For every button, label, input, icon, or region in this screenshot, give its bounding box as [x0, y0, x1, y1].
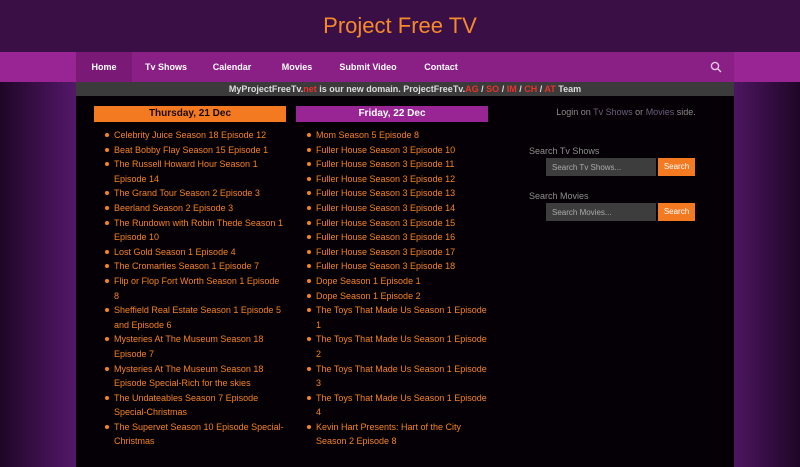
login-text: or	[632, 107, 646, 117]
notice-ag-link[interactable]: AG	[465, 84, 479, 94]
login-text: Login on	[556, 107, 594, 117]
episode-list: Mom Season 5 Episode 8 Fuller House Seas…	[296, 128, 488, 449]
notice-im-link[interactable]: IM	[507, 84, 517, 94]
episode-link[interactable]: Mysteries At The Museum Season 18 Episod…	[94, 362, 286, 391]
episode-link[interactable]: Sheffield Real Estate Season 1 Episode 5…	[94, 303, 286, 332]
episode-link[interactable]: Fuller House Season 3 Episode 15	[296, 216, 488, 231]
nav-movies[interactable]: Movies	[264, 52, 330, 82]
episode-link[interactable]: Fuller House Season 3 Episode 16	[296, 230, 488, 245]
notice-separator: /	[499, 84, 507, 94]
episode-link[interactable]: Fuller House Season 3 Episode 13	[296, 186, 488, 201]
episode-link[interactable]: Kevin Hart Presents: Hart of the City Se…	[296, 420, 488, 449]
episode-link[interactable]: Beerland Season 2 Episode 3	[94, 201, 286, 216]
episode-link[interactable]: Mysteries At The Museum Season 18 Episod…	[94, 332, 286, 361]
notice-at-link[interactable]: AT	[544, 84, 555, 94]
search-tv-button[interactable]: Search	[658, 158, 695, 176]
main-content: MyProjectFreeTv.net is our new domain. P…	[76, 82, 734, 467]
search-movies-label: Search Movies	[529, 191, 589, 201]
episode-list: Celebrity Juice Season 18 Episode 12 Bea…	[94, 128, 286, 449]
site-title[interactable]: Project Free TV	[0, 12, 800, 40]
episode-link[interactable]: Fuller House Season 3 Episode 10	[296, 143, 488, 158]
episode-link[interactable]: Dope Season 1 Episode 2	[296, 289, 488, 304]
episode-link[interactable]: The Rundown with Robin Thede Season 1 Ep…	[94, 216, 286, 245]
episode-link[interactable]: Dope Season 1 Episode 1	[296, 274, 488, 289]
nav-contact[interactable]: Contact	[406, 52, 476, 82]
notice-text: Team	[555, 84, 582, 94]
episode-link[interactable]: Celebrity Juice Season 18 Episode 12	[94, 128, 286, 143]
login-prompt: Login on Tv Shows or Movies side.	[530, 107, 722, 117]
login-movies-link[interactable]: Movies	[646, 107, 675, 117]
search-tv-label: Search Tv Shows	[529, 146, 600, 156]
login-tv-shows-link[interactable]: Tv Shows	[593, 107, 633, 117]
episode-link[interactable]: Fuller House Season 3 Episode 11	[296, 157, 488, 172]
day-header: Friday, 22 Dec	[296, 106, 488, 122]
login-text: side.	[674, 107, 696, 117]
nav-tv-shows[interactable]: Tv Shows	[132, 52, 200, 82]
notice-ch-link[interactable]: CH	[524, 84, 537, 94]
episode-link[interactable]: The Russell Howard Hour Season 1 Episode…	[94, 157, 286, 186]
episode-link[interactable]: The Cromarties Season 1 Episode 7	[94, 259, 286, 274]
search-movies-input[interactable]	[546, 203, 656, 221]
nav-calendar[interactable]: Calendar	[200, 52, 264, 82]
episode-link[interactable]: The Toys That Made Us Season 1 Episode 4	[296, 391, 488, 420]
nav-submit-video[interactable]: Submit Video	[330, 52, 406, 82]
episode-link[interactable]: Fuller House Season 3 Episode 14	[296, 201, 488, 216]
notice-net-link[interactable]: net	[303, 84, 317, 94]
right-backdrop	[724, 52, 800, 467]
episode-link[interactable]: Fuller House Season 3 Episode 18	[296, 259, 488, 274]
nav-bar: Home Tv Shows Calendar Movies Submit Vid…	[76, 52, 734, 82]
episode-link[interactable]: The Toys That Made Us Season 1 Episode 2	[296, 332, 488, 361]
notice-text: is our new domain. ProjectFreeTv.	[316, 84, 466, 94]
episode-link[interactable]: Beat Bobby Flay Season 15 Episode 1	[94, 143, 286, 158]
search-tv-input[interactable]	[546, 158, 656, 176]
episode-link[interactable]: The Toys That Made Us Season 1 Episode 3	[296, 362, 488, 391]
notice-so-link[interactable]: SO	[486, 84, 499, 94]
day-header: Thursday, 21 Dec	[94, 106, 286, 122]
episode-link[interactable]: The Grand Tour Season 2 Episode 3	[94, 186, 286, 201]
search-icon[interactable]	[710, 61, 722, 73]
notice-text: MyProjectFreeTv.	[228, 84, 304, 94]
left-backdrop	[0, 52, 76, 467]
episode-link[interactable]: Fuller House Season 3 Episode 17	[296, 245, 488, 260]
friday-column: Friday, 22 Dec Mom Season 5 Episode 8 Fu…	[296, 106, 488, 449]
main-nav: Home Tv Shows Calendar Movies Submit Vid…	[0, 52, 800, 82]
episode-link[interactable]: The Supervet Season 10 Episode Special-C…	[94, 420, 286, 449]
search-movies-button[interactable]: Search	[658, 203, 695, 221]
nav-home[interactable]: Home	[76, 52, 132, 82]
episode-link[interactable]: Lost Gold Season 1 Episode 4	[94, 245, 286, 260]
episode-link[interactable]: Fuller House Season 3 Episode 12	[296, 172, 488, 187]
domain-notice: MyProjectFreeTv.net is our new domain. P…	[76, 82, 734, 96]
episode-link[interactable]: Mom Season 5 Episode 8	[296, 128, 488, 143]
header-bar: Project Free TV	[0, 0, 800, 52]
thursday-column: Thursday, 21 Dec Celebrity Juice Season …	[94, 106, 286, 449]
episode-link[interactable]: The Toys That Made Us Season 1 Episode 1	[296, 303, 488, 332]
episode-link[interactable]: Flip or Flop Fort Worth Season 1 Episode…	[94, 274, 286, 303]
episode-link[interactable]: The Undateables Season 7 Episode Special…	[94, 391, 286, 420]
